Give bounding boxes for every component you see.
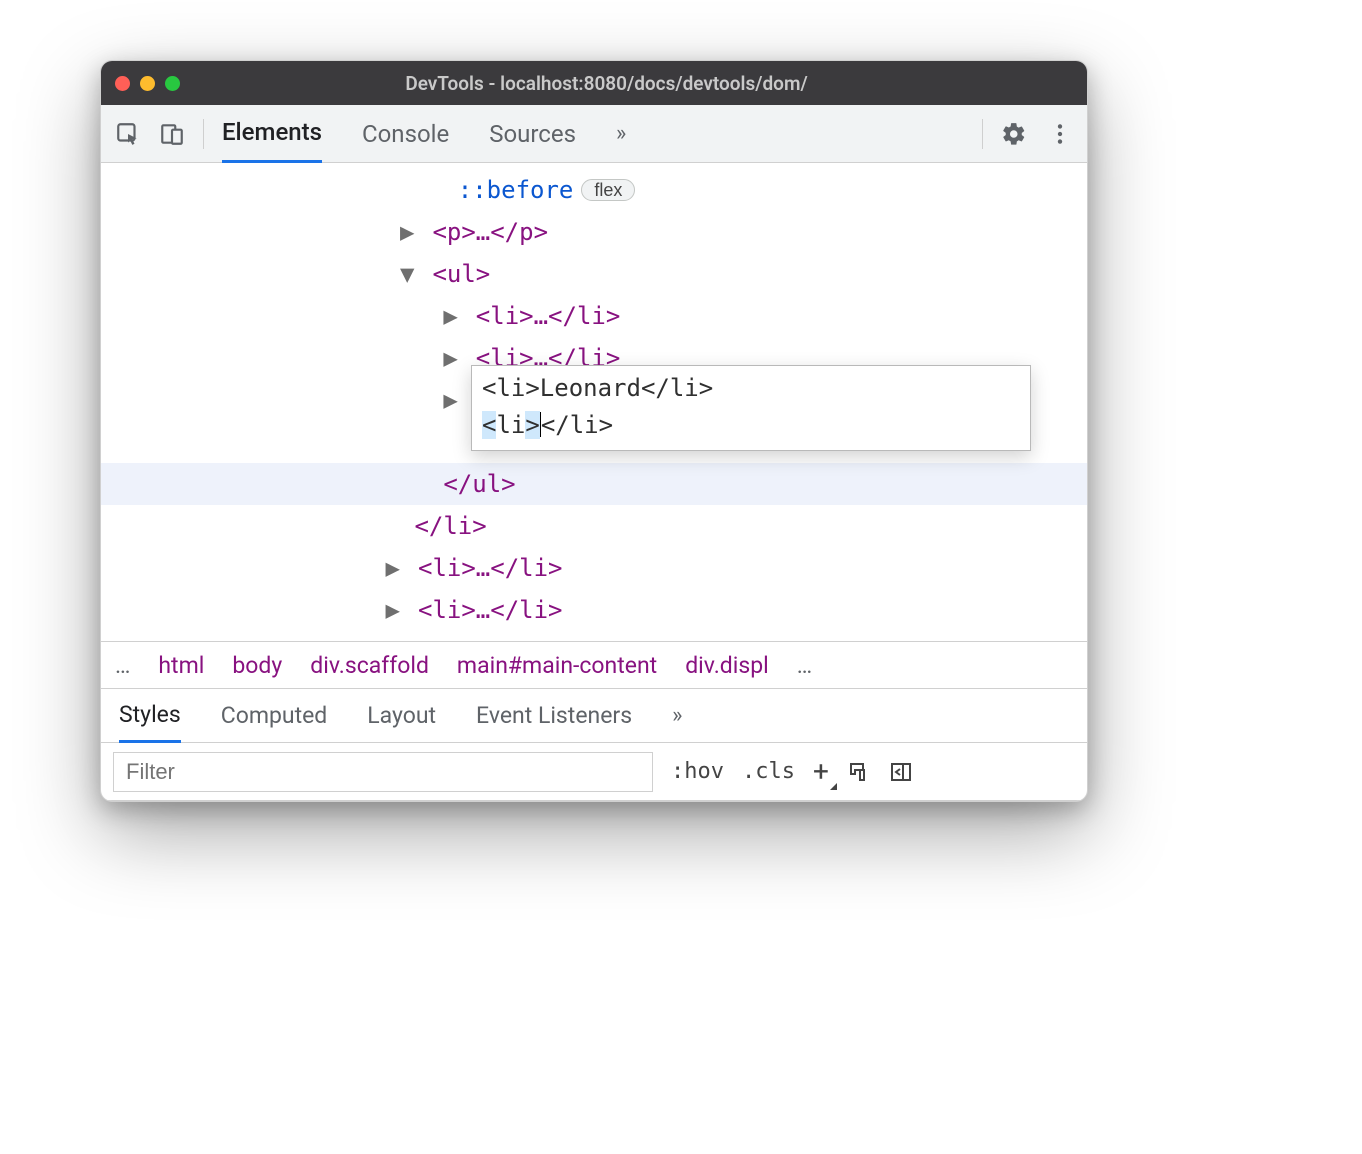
tab-sources[interactable]: Sources bbox=[489, 106, 576, 162]
crumb-html[interactable]: html bbox=[158, 652, 204, 679]
minimize-window-button[interactable] bbox=[140, 76, 155, 91]
hover-state-button[interactable]: :hov bbox=[671, 759, 724, 784]
devtools-window: DevTools - localhost:8080/docs/devtools/… bbox=[100, 60, 1088, 802]
subtab-layout[interactable]: Layout bbox=[367, 690, 436, 741]
crumb-div-displ[interactable]: div.displ bbox=[685, 652, 769, 679]
styles-filter-input[interactable] bbox=[113, 752, 653, 792]
edit-line-2[interactable]: <li></li> bbox=[482, 407, 1020, 444]
kebab-menu-icon[interactable] bbox=[1047, 121, 1073, 147]
crumb-main-content[interactable]: main#main-content bbox=[457, 652, 657, 679]
inspect-element-icon[interactable] bbox=[115, 121, 141, 147]
subtab-computed[interactable]: Computed bbox=[221, 690, 328, 741]
computed-sidebar-toggle-icon[interactable] bbox=[889, 760, 913, 784]
styles-filter-bar: :hov .cls + bbox=[101, 743, 1087, 801]
paint-brush-icon[interactable] bbox=[847, 760, 871, 784]
toolbar-divider bbox=[982, 119, 983, 149]
subtab-event-listeners[interactable]: Event Listeners bbox=[476, 690, 632, 741]
settings-icon[interactable] bbox=[1001, 121, 1027, 147]
dom-breadcrumb[interactable]: … html body div.scaffold main#main-conte… bbox=[101, 641, 1087, 689]
dom-node-li[interactable]: ▶ <li>…</li> bbox=[101, 589, 1087, 631]
dom-node-li[interactable]: ▶ <li>…</li> bbox=[101, 547, 1087, 589]
subtab-styles[interactable]: Styles bbox=[119, 689, 181, 743]
more-subtabs-icon[interactable]: » bbox=[672, 703, 682, 728]
crumb-body[interactable]: body bbox=[232, 652, 282, 679]
toolbar-divider bbox=[203, 119, 204, 149]
dom-node-p[interactable]: ▶ <p>…</p> bbox=[101, 211, 1087, 253]
dom-node-li-close[interactable]: </li> bbox=[101, 505, 1087, 547]
window-title: DevTools - localhost:8080/docs/devtools/… bbox=[200, 72, 1073, 95]
device-toggle-icon[interactable] bbox=[159, 121, 185, 147]
dom-node-ul-close[interactable]: </ul> bbox=[101, 463, 1087, 505]
tab-elements[interactable]: Elements bbox=[222, 104, 322, 163]
panel-tabs: Elements Console Sources » bbox=[222, 104, 964, 163]
edit-html-box[interactable]: <li>Leonard</li> <li></li> bbox=[471, 365, 1031, 451]
window-controls bbox=[115, 76, 180, 91]
more-tabs-icon[interactable]: » bbox=[616, 121, 626, 146]
flex-badge[interactable]: flex bbox=[581, 179, 635, 201]
dom-node-li[interactable]: ▶ <li>…</li> bbox=[101, 295, 1087, 337]
dom-node-ul-open[interactable]: ▼ <ul> bbox=[101, 253, 1087, 295]
close-window-button[interactable] bbox=[115, 76, 130, 91]
main-toolbar: Elements Console Sources » bbox=[101, 105, 1087, 163]
maximize-window-button[interactable] bbox=[165, 76, 180, 91]
breadcrumb-overflow-right[interactable]: … bbox=[797, 652, 812, 679]
crumb-div-scaffold[interactable]: div.scaffold bbox=[310, 652, 429, 679]
cls-toggle-button[interactable]: .cls bbox=[742, 759, 795, 784]
breadcrumb-overflow-left[interactable]: … bbox=[115, 652, 130, 679]
new-style-rule-button[interactable]: + bbox=[813, 755, 829, 788]
edit-line-1[interactable]: <li>Leonard</li> bbox=[482, 370, 1020, 407]
tab-console[interactable]: Console bbox=[362, 106, 449, 162]
styles-subtabs: Styles Computed Layout Event Listeners » bbox=[101, 689, 1087, 743]
elements-dom-tree[interactable]: ::beforeflex ▶ <p>…</p> ▼ <ul> ▶ <li>…</… bbox=[101, 163, 1087, 641]
dom-pseudo-before[interactable]: ::beforeflex bbox=[101, 169, 1087, 211]
titlebar: DevTools - localhost:8080/docs/devtools/… bbox=[101, 61, 1087, 105]
